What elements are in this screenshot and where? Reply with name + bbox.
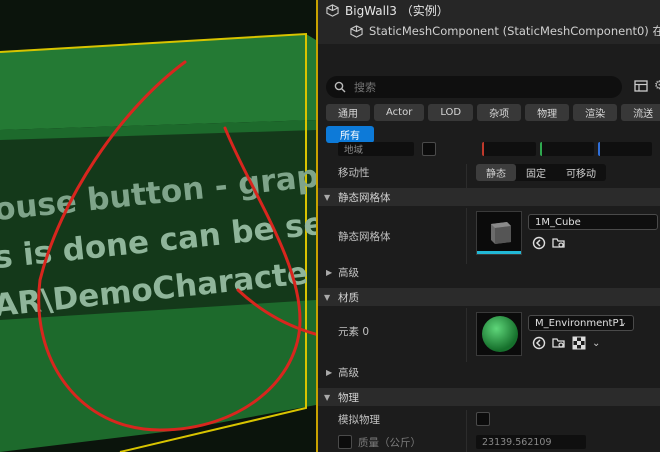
section-static-mesh-title: 静态网格体 <box>338 191 391 204</box>
material-asset-dropdown[interactable]: M_EnvironmentP1 ⌄ <box>528 315 634 331</box>
section-materials[interactable]: ▼ 材质 <box>318 288 660 306</box>
mass-override-checkbox[interactable] <box>338 435 352 449</box>
settings-gear-icon[interactable]: ⚙ <box>654 78 660 92</box>
search-icon <box>334 81 346 93</box>
static-mesh-thumbnail[interactable] <box>476 211 522 255</box>
partial-z-field[interactable] <box>598 142 652 156</box>
column-divider <box>466 164 467 188</box>
partial-dropdown[interactable]: 地域 <box>338 142 414 156</box>
details-panel: BigWall3 （实例） StaticMeshComponent (Stati… <box>316 0 660 452</box>
browse-asset-icon[interactable] <box>552 236 566 250</box>
expand-arrow-icon: ▶ <box>326 367 333 377</box>
filter-chips: 通用 Actor LOD 杂项 物理 渲染 流送 <box>326 104 660 121</box>
actor-name: BigWall3 （实例） <box>345 3 449 18</box>
section-physics-title: 物理 <box>338 391 359 404</box>
material-sphere-icon <box>482 316 518 352</box>
static-mesh-row: 静态网格体 1M_Cube <box>318 208 660 264</box>
static-mesh-type-bar <box>477 251 521 254</box>
expand-arrow-icon: ▶ <box>326 267 333 277</box>
section-static-mesh[interactable]: ▼ 静态网格体 <box>318 188 660 206</box>
filter-lod[interactable]: LOD <box>428 104 474 121</box>
chevron-down-icon[interactable]: ⌄ <box>592 338 600 349</box>
material-thumbnail[interactable] <box>476 312 522 356</box>
column-divider <box>466 208 467 264</box>
advanced-1-label: 高级 <box>338 266 359 279</box>
simulate-physics-checkbox[interactable] <box>476 412 490 426</box>
viewport-scene: ouse button - grap s is done can be se A… <box>0 0 316 452</box>
partial-y-field[interactable] <box>540 142 594 156</box>
mobility-movable[interactable]: 可移动 <box>556 164 606 181</box>
collapse-arrow-icon: ▼ <box>324 192 331 202</box>
partial-row: 地域 <box>318 142 660 156</box>
collapse-arrow-icon: ▼ <box>324 292 331 302</box>
mobility-selector: 静态 固定 可移动 <box>476 164 606 181</box>
checker-icon[interactable] <box>572 336 586 350</box>
static-mesh-asset-dropdown[interactable]: 1M_Cube <box>528 214 658 230</box>
component-mesh-icon <box>350 24 363 38</box>
simulate-physics-label: 模拟物理 <box>338 413 380 426</box>
search-row: ⚙ <box>318 76 660 98</box>
filter-physics[interactable]: 物理 <box>525 104 570 121</box>
component-label: StaticMeshComponent (StaticMeshComponent… <box>369 24 660 38</box>
filter-misc[interactable]: 杂项 <box>477 104 522 121</box>
advanced-1-row[interactable]: ▶ 高级 <box>318 264 660 280</box>
material-asset-actions: ⌄ <box>532 336 600 350</box>
level-viewport[interactable]: ouse button - grap s is done can be se A… <box>0 0 316 452</box>
actor-cube-icon <box>326 3 339 17</box>
mass-value-field[interactable]: 23139.562109 <box>476 435 586 449</box>
mobility-row: 移动性 静态 固定 可移动 <box>318 164 660 181</box>
element-label: 元素 0 <box>338 326 370 338</box>
mobility-label: 移动性 <box>338 167 370 179</box>
table-view-icon[interactable] <box>634 79 648 93</box>
material-element-row: 元素 0 M_EnvironmentP1 ⌄ ⌄ <box>318 308 660 362</box>
filter-rendering[interactable]: 渲染 <box>573 104 618 121</box>
details-header: BigWall3 （实例） StaticMeshComponent (Stati… <box>318 0 660 44</box>
static-mesh-asset-actions <box>532 236 566 250</box>
filter-actor[interactable]: Actor <box>374 104 425 121</box>
mobility-static[interactable]: 静态 <box>476 164 516 181</box>
browse-asset-icon[interactable] <box>552 336 566 350</box>
column-divider <box>466 308 467 362</box>
actor-row[interactable]: BigWall3 （实例） <box>326 2 449 18</box>
chevron-down-icon: ⌄ <box>619 318 627 328</box>
search-box[interactable] <box>326 76 622 98</box>
simulate-physics-row: 模拟物理 <box>318 410 660 428</box>
section-materials-title: 材质 <box>338 291 359 304</box>
section-physics[interactable]: ▼ 物理 <box>318 388 660 406</box>
use-selected-icon[interactable] <box>532 336 546 350</box>
static-mesh-asset-name: 1M_Cube <box>535 216 581 228</box>
advanced-2-row[interactable]: ▶ 高级 <box>318 364 660 380</box>
cube-mesh-icon <box>491 222 511 244</box>
mass-label: 质量（公斤） <box>358 436 421 449</box>
advanced-2-label: 高级 <box>338 366 359 379</box>
filter-general[interactable]: 通用 <box>326 104 370 121</box>
use-selected-icon[interactable] <box>532 236 546 250</box>
static-mesh-label: 静态网格体 <box>338 230 391 243</box>
partial-checkbox[interactable] <box>422 142 436 156</box>
material-asset-name: M_EnvironmentP1 <box>535 317 625 329</box>
column-divider <box>466 410 467 452</box>
filter-streaming[interactable]: 流送 <box>621 104 660 121</box>
mass-row: 质量（公斤） 23139.562109 <box>318 434 660 450</box>
component-row[interactable]: StaticMeshComponent (StaticMeshComponent… <box>350 22 660 40</box>
search-input[interactable] <box>354 80 594 94</box>
partial-x-field[interactable] <box>482 142 536 156</box>
mobility-stationary[interactable]: 固定 <box>516 164 556 181</box>
collapse-arrow-icon: ▼ <box>324 392 331 402</box>
filter-all[interactable]: 所有 <box>326 126 374 143</box>
